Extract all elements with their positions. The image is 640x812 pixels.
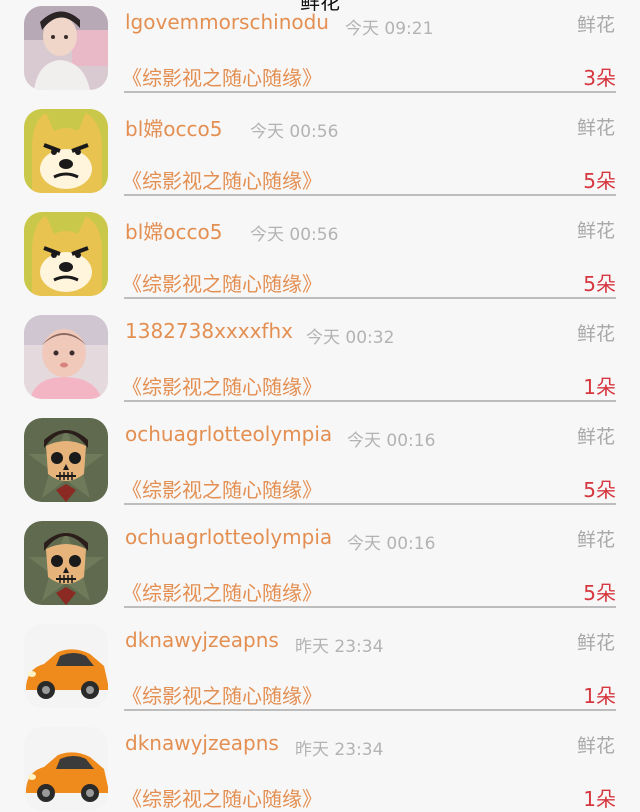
gift-type: 鲜花 [576, 220, 615, 242]
timestamp: 今天 00:32 [306, 328, 395, 348]
row-divider [124, 194, 616, 196]
timestamp: 今天 00:16 [347, 534, 436, 554]
sender-name[interactable]: ochuagrlotteolympia [125, 422, 332, 446]
skull-avatar-icon [24, 418, 108, 502]
timestamp: 今天 00:56 [250, 122, 339, 142]
work-title-link[interactable]: 《综影视之随心随缘》 [122, 577, 322, 606]
gift-type: 鲜花 [576, 529, 615, 551]
list-item[interactable]: ochuagrlotteolympia 今天 00:16 鲜花 《综影视之随心随… [0, 515, 640, 618]
work-title-link[interactable]: 《综影视之随心随缘》 [122, 268, 322, 297]
gift-list: lgovemmorschinodu 今天 09:21 鲜花 《综影视之随心随缘》… [0, 0, 640, 811]
list-item[interactable]: bl嫦occo5 今天 00:56 鲜花 《综影视之随心随缘》 5朵 [0, 103, 640, 206]
timestamp: 昨天 23:34 [295, 740, 384, 760]
gift-type: 鲜花 [576, 426, 615, 448]
gift-count: 1朵 [583, 787, 616, 811]
gift-records-page: 鲜花 lgovemmorschinodu 今天 09:21 鲜花 《综影视之随心… [0, 0, 640, 812]
row-divider [124, 91, 616, 93]
sender-name[interactable]: bl嫦occo5 [125, 113, 222, 142]
list-item[interactable]: 1382738xxxxfhx 今天 00:32 鲜花 《综影视之随心随缘》 1朵 [0, 309, 640, 412]
doge-avatar-icon [24, 109, 108, 193]
list-item[interactable]: dknawyjzeapns 昨天 23:34 鲜花 《综影视之随心随缘》 1朵 [0, 721, 640, 812]
avatar[interactable] [24, 6, 108, 90]
avatar[interactable] [24, 315, 108, 399]
timestamp: 今天 09:21 [345, 19, 434, 39]
avatar[interactable] [24, 418, 108, 502]
list-item[interactable]: ochuagrlotteolympia 今天 00:16 鲜花 《综影视之随心随… [0, 412, 640, 515]
sender-name[interactable]: dknawyjzeapns [125, 731, 279, 755]
row-divider [124, 297, 616, 299]
sender-name[interactable]: 1382738xxxxfhx [125, 319, 293, 343]
orange-car-avatar-icon [24, 624, 108, 708]
list-item[interactable]: dknawyjzeapns 昨天 23:34 鲜花 《综影视之随心随缘》 1朵 [0, 618, 640, 721]
row-divider [124, 503, 616, 505]
row-divider [124, 400, 616, 402]
gift-count: 5朵 [583, 272, 616, 296]
timestamp: 今天 00:16 [347, 431, 436, 451]
avatar[interactable] [24, 109, 108, 193]
gift-type: 鲜花 [576, 117, 615, 139]
baby-photo-avatar-icon [24, 315, 108, 399]
gift-type: 鲜花 [576, 323, 615, 345]
avatar[interactable] [24, 727, 108, 811]
gift-type: 鲜花 [576, 14, 615, 36]
work-title-link[interactable]: 《综影视之随心随缘》 [122, 62, 322, 91]
list-item[interactable]: lgovemmorschinodu 今天 09:21 鲜花 《综影视之随心随缘》… [0, 0, 640, 103]
list-item[interactable]: bl嫦occo5 今天 00:56 鲜花 《综影视之随心随缘》 5朵 [0, 206, 640, 309]
gift-count: 1朵 [583, 375, 616, 399]
work-title-link[interactable]: 《综影视之随心随缘》 [122, 371, 322, 400]
sender-name[interactable]: ochuagrlotteolympia [125, 525, 332, 549]
row-divider [124, 709, 616, 711]
sender-name[interactable]: dknawyjzeapns [125, 628, 279, 652]
work-title-link[interactable]: 《综影视之随心随缘》 [122, 680, 322, 709]
gift-count: 3朵 [583, 66, 616, 90]
gift-type: 鲜花 [576, 632, 615, 654]
gift-count: 5朵 [583, 478, 616, 502]
boy-photo-avatar-icon [24, 6, 108, 90]
avatar[interactable] [24, 624, 108, 708]
gift-count: 1朵 [583, 684, 616, 708]
skull-avatar-icon [24, 521, 108, 605]
orange-car-avatar-icon [24, 727, 108, 811]
sender-name[interactable]: bl嫦occo5 [125, 216, 222, 245]
work-title-link[interactable]: 《综影视之随心随缘》 [122, 783, 322, 812]
row-divider [124, 606, 616, 608]
doge-avatar-icon [24, 212, 108, 296]
work-title-link[interactable]: 《综影视之随心随缘》 [122, 474, 322, 503]
work-title-link[interactable]: 《综影视之随心随缘》 [122, 165, 322, 194]
avatar[interactable] [24, 521, 108, 605]
gift-type: 鲜花 [576, 735, 615, 757]
timestamp: 昨天 23:34 [295, 637, 384, 657]
sender-name[interactable]: lgovemmorschinodu [125, 10, 329, 34]
timestamp: 今天 00:56 [250, 225, 339, 245]
avatar[interactable] [24, 212, 108, 296]
gift-count: 5朵 [583, 169, 616, 193]
gift-count: 5朵 [583, 581, 616, 605]
